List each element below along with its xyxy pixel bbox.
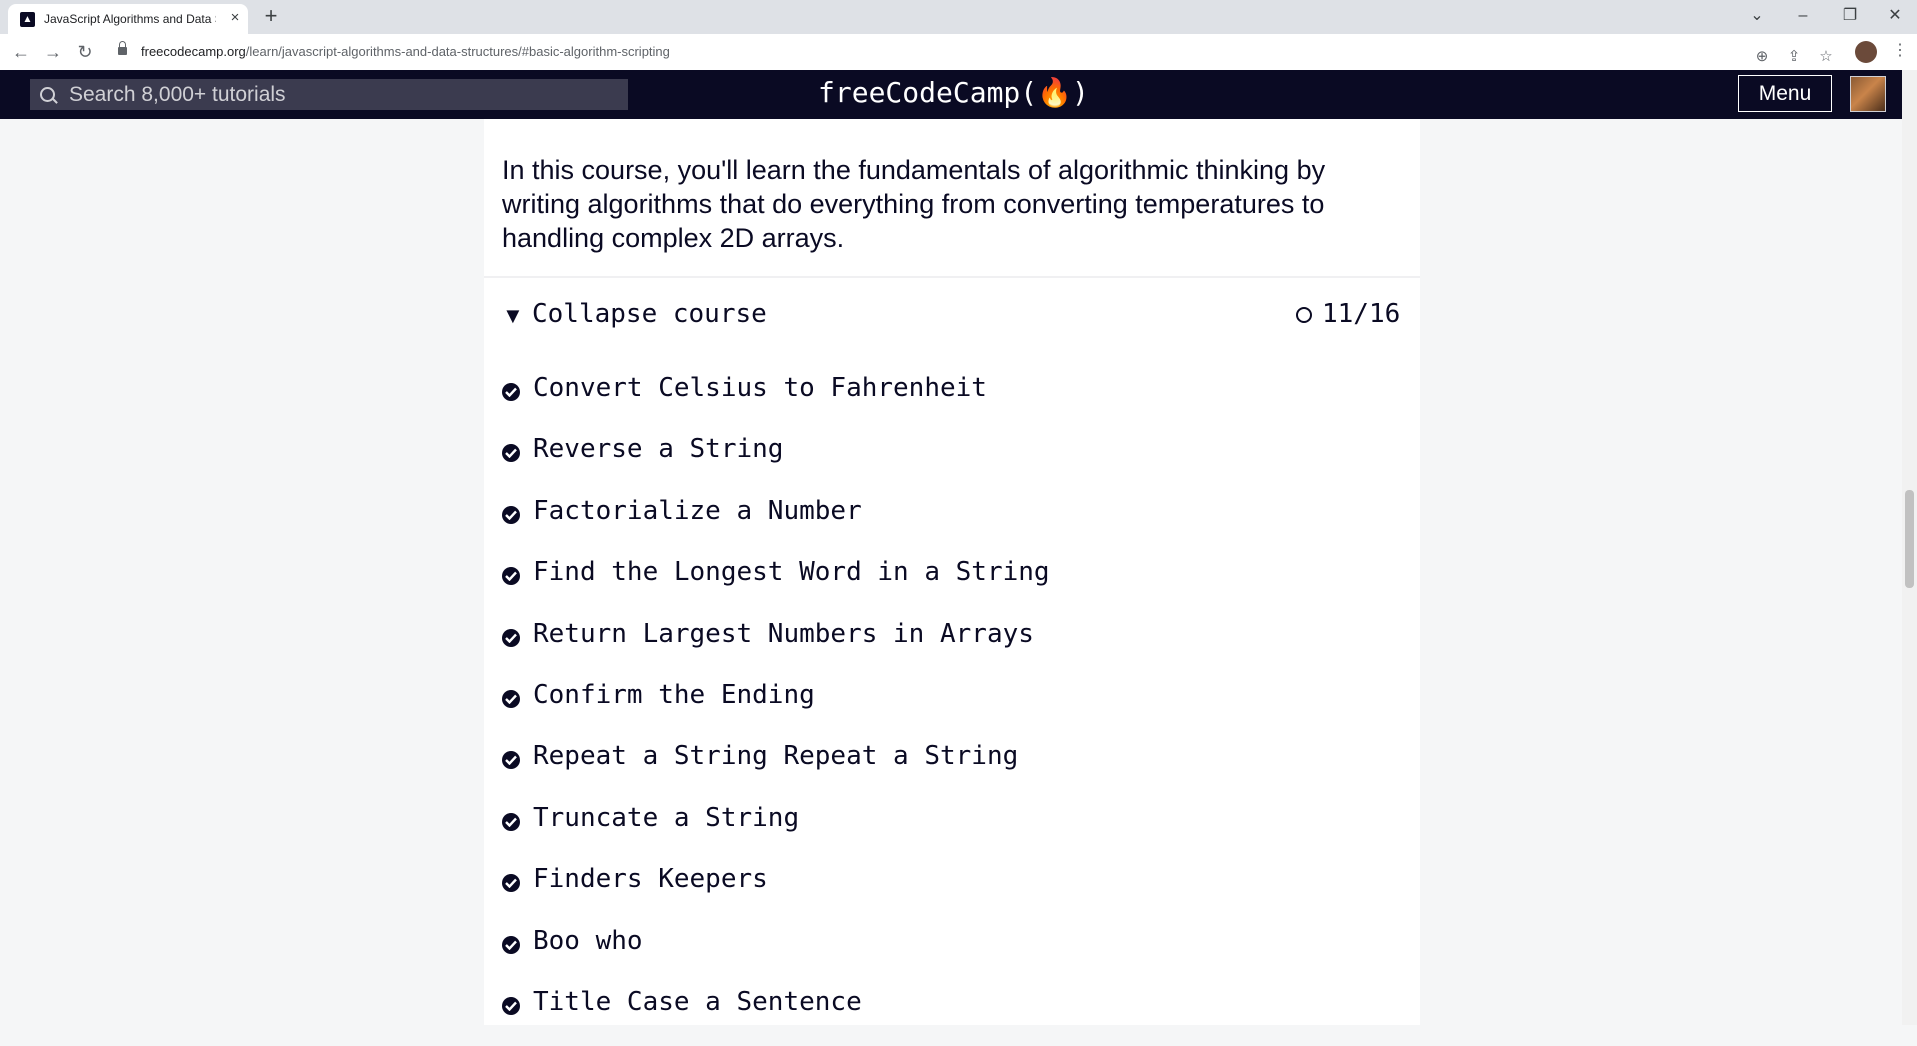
lesson-link[interactable]: Title Case a Sentence — [533, 987, 862, 1017]
browser-menu-icon[interactable]: ⋮ — [1892, 40, 1908, 62]
lesson-link[interactable]: Find the Longest Word in a String — [533, 557, 1050, 587]
lesson-link[interactable]: Convert Celsius to Fahrenheit — [533, 373, 987, 403]
new-tab-button[interactable]: + — [260, 5, 282, 28]
collapse-course-label: Collapse course — [532, 299, 767, 329]
forward-arrow-icon[interactable]: → — [41, 41, 65, 63]
user-avatar[interactable] — [1850, 76, 1886, 112]
lesson-item[interactable]: Factorialize a Number — [502, 494, 1403, 555]
share-icon[interactable]: ⇪ — [1784, 47, 1804, 67]
lesson-link[interactable]: Repeat a String Repeat a String — [533, 741, 1018, 771]
tab-close-button[interactable]: × — [226, 9, 244, 27]
progress-circle-icon — [1296, 307, 1312, 323]
address-bar[interactable]: freecodecamp.org/learn/javascript-algori… — [108, 38, 1833, 67]
back-arrow-icon[interactable]: ← — [9, 41, 33, 63]
tab-title: JavaScript Algorithms and Data S — [44, 12, 216, 26]
check-circle-icon — [502, 935, 520, 954]
lesson-item[interactable]: Reverse a String — [502, 432, 1403, 493]
lesson-item[interactable]: Finders Keepers — [502, 862, 1403, 923]
browser-tab-strip: ▲ JavaScript Algorithms and Data S × + ⌄… — [0, 0, 1917, 34]
lesson-link[interactable]: Reverse a String — [533, 434, 783, 464]
freecodecamp-logo[interactable]: freeCodeCamp(🔥) — [818, 76, 1089, 109]
check-circle-icon — [502, 874, 520, 893]
lesson-item[interactable]: Find the Longest Word in a String — [502, 555, 1403, 616]
search-placeholder: Search 8,000+ tutorials — [69, 83, 286, 106]
menu-button[interactable]: Menu — [1738, 75, 1832, 112]
search-icon — [40, 87, 55, 102]
url-text[interactable]: freecodecamp.org/learn/javascript-algori… — [141, 44, 670, 59]
search-input[interactable]: Search 8,000+ tutorials — [30, 79, 628, 110]
lesson-item[interactable]: Title Case a Sentence — [502, 985, 1403, 1046]
lesson-link[interactable]: Factorialize a Number — [533, 496, 862, 526]
check-circle-icon — [502, 567, 520, 586]
triangle-down-icon: ▼ — [502, 303, 524, 328]
lesson-item[interactable]: Truncate a String — [502, 801, 1403, 862]
check-circle-icon — [502, 996, 520, 1015]
browser-tab[interactable]: ▲ JavaScript Algorithms and Data S × — [8, 4, 248, 34]
minimize-button[interactable]: – — [1788, 4, 1818, 28]
divider — [484, 276, 1420, 278]
restore-button[interactable]: ❐ — [1835, 4, 1865, 28]
lesson-item[interactable]: Convert Celsius to Fahrenheit — [502, 371, 1403, 432]
check-circle-icon — [502, 444, 520, 463]
lock-icon — [118, 41, 127, 55]
course-intro-text: In this course, you'll learn the fundame… — [502, 155, 1326, 253]
course-panel: In this course, you'll learn the fundame… — [484, 119, 1420, 1025]
reload-icon[interactable]: ↻ — [73, 41, 97, 63]
page-scrollbar[interactable] — [1902, 70, 1917, 1025]
lesson-item[interactable]: Confirm the Ending — [502, 678, 1403, 739]
site-navbar: Search 8,000+ tutorials freeCodeCamp(🔥) … — [0, 70, 1902, 119]
lesson-link[interactable]: Finders Keepers — [533, 864, 768, 894]
zoom-icon[interactable]: ⊕ — [1752, 47, 1772, 67]
check-circle-icon — [502, 628, 520, 647]
freecodecamp-favicon-icon: ▲ — [20, 12, 35, 27]
browser-toolbar: ← → ↻ freecodecamp.org/learn/javascript-… — [0, 34, 1917, 71]
check-circle-icon — [502, 383, 520, 401]
lesson-item[interactable]: Return Largest Numbers in Arrays — [502, 617, 1403, 678]
lesson-link[interactable]: Truncate a String — [533, 803, 799, 833]
scrollbar-thumb[interactable] — [1905, 490, 1914, 588]
lesson-item[interactable]: Repeat a String Repeat a String — [502, 739, 1403, 800]
lesson-link[interactable]: Confirm the Ending — [533, 680, 815, 710]
tab-search-chevron-icon[interactable]: ⌄ — [1742, 4, 1772, 28]
check-circle-icon — [502, 689, 520, 708]
check-circle-icon — [502, 505, 520, 524]
profile-avatar[interactable] — [1855, 41, 1877, 63]
lesson-link[interactable]: Boo who — [533, 926, 643, 956]
lesson-item[interactable]: Boo who — [502, 924, 1403, 985]
course-progress-count: 11/16 — [1322, 299, 1401, 329]
lesson-list: Convert Celsius to Fahrenheit Reverse a S… — [502, 371, 1403, 1046]
lesson-link[interactable]: Return Largest Numbers in Arrays — [533, 619, 1034, 649]
close-window-button[interactable]: ✕ — [1880, 4, 1910, 28]
check-circle-icon — [502, 751, 520, 770]
collapse-course-button[interactable]: ▼ Collapse course 11/16 — [502, 297, 1403, 337]
check-circle-icon — [502, 812, 520, 831]
bookmark-star-icon[interactable]: ☆ — [1816, 47, 1836, 67]
